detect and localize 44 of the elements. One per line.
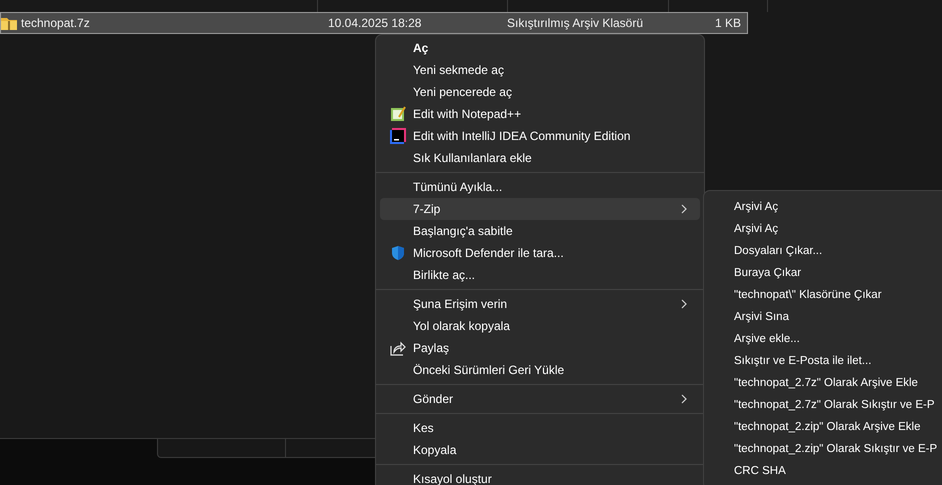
zip-folder-icon [1, 16, 17, 30]
file-size: 1 KB [714, 16, 741, 30]
app-logo-icon [390, 128, 406, 144]
shield-icon [390, 245, 406, 261]
menu-item[interactable]: Paylaş [380, 337, 700, 359]
menu-item[interactable]: "technopat_2.7z" Olarak Sıkıştır ve E-P [704, 394, 942, 416]
menu-item[interactable]: Dosyaları Çıkar... [704, 240, 942, 262]
menu-item[interactable]: Sıkıştır ve E-Posta ile ilet... [704, 350, 942, 372]
menu-item[interactable]: Kes [380, 417, 700, 439]
menu-item[interactable]: Edit with IntelliJ IDEA Community Edition [380, 125, 700, 147]
chevron-right-icon [680, 204, 688, 214]
menu-item[interactable]: "technopat_2.7z" Olarak Arşive Ekle [704, 372, 942, 394]
chevron-right-icon [680, 394, 688, 404]
menu-item[interactable]: Yeni pencerede aç [380, 81, 700, 103]
menu-item[interactable]: "technopat_2.zip" Olarak Arşive Ekle [704, 416, 942, 438]
menu-item[interactable]: "technopat\" Klasörüne Çıkar [704, 284, 942, 306]
chevron-right-icon [680, 299, 688, 309]
menu-item[interactable]: Arşivi Aç [704, 218, 942, 240]
menu-item[interactable]: Microsoft Defender ile tara... [380, 242, 700, 264]
menu-item[interactable]: Şuna Erişim verin [380, 293, 700, 315]
menu-item[interactable]: Yeni sekmede aç [380, 59, 700, 81]
menu-item[interactable]: Kopyala [380, 439, 700, 461]
menu-item[interactable]: 7-Zip [380, 198, 700, 220]
menu-item[interactable]: Birlikte aç... [380, 264, 700, 286]
file-row[interactable]: technopat.7z 10.04.2025 18:28 Sıkıştırılmış Arşiv Klasörü 1 KB [0, 12, 748, 34]
menu-item[interactable]: Arşivi Aç [704, 196, 942, 218]
menu-item[interactable]: Arşivi Sına [704, 306, 942, 328]
menu-item[interactable]: Önceki Sürümleri Geri Yükle [380, 359, 700, 381]
menu-item[interactable]: Tümünü Ayıkla... [380, 176, 700, 198]
menu-item[interactable]: Arşive ekle... [704, 328, 942, 350]
menu-item[interactable]: Gönder [380, 388, 700, 410]
file-type: Sıkıştırılmış Arşiv Klasörü [507, 16, 644, 30]
file-name: technopat.7z [21, 16, 90, 30]
menu-item[interactable]: Sık Kullanılanlara ekle [380, 147, 700, 169]
file-date: 10.04.2025 18:28 [328, 16, 422, 30]
menu-item[interactable]: Buraya Çıkar [704, 262, 942, 284]
notepad-icon [390, 106, 406, 122]
share-icon [390, 340, 406, 356]
menu-item[interactable]: Aç [380, 37, 700, 59]
menu-item[interactable]: CRC SHA [704, 460, 942, 482]
menu-item[interactable]: Edit with Notepad++ [380, 103, 700, 125]
menu-item[interactable]: "technopat_2.zip" Olarak Sıkıştır ve E-P [704, 438, 942, 460]
menu-item[interactable]: Başlangıç'a sabitle [380, 220, 700, 242]
menu-item[interactable]: Yol olarak kopyala [380, 315, 700, 337]
